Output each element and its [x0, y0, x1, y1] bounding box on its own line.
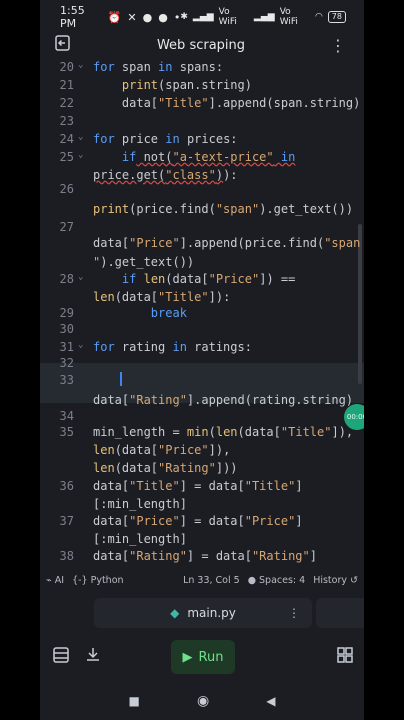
files-icon[interactable] — [52, 646, 70, 668]
python-file-icon: ◆ — [170, 606, 180, 620]
line-number: 27 — [59, 220, 74, 234]
code-text: for span in spans: — [93, 60, 224, 74]
bluetooth-icon: ✱ — [180, 12, 188, 22]
code-text: print(span.string) — [121, 78, 252, 92]
code-text: print(price.find("span").get_text()) — [93, 202, 354, 216]
recents-icon[interactable]: ■ — [129, 694, 140, 708]
line-number: 21 — [59, 78, 74, 92]
signal-icon-2: ▂▄▆ — [253, 12, 275, 22]
code-text: len(data["Price"]), — [93, 443, 231, 457]
line-number: 32 — [59, 356, 74, 370]
code-text: if len(data["Price"]) == — [121, 272, 296, 286]
tab-filename: main.py — [187, 606, 236, 620]
grid-icon[interactable] — [336, 646, 354, 668]
code-text: [:min_length] — [93, 497, 187, 511]
code-text: for price in prices: — [93, 132, 238, 146]
code-text: data["Title"] = data["Title"] — [93, 479, 303, 493]
line-number: 38 — [59, 549, 74, 563]
ai-icon: ⌁ — [46, 575, 55, 586]
wifi-icon: ◠ — [314, 12, 323, 22]
code-text: if not("a-text-price" in — [121, 150, 296, 164]
code-text: data["Rating"].append(rating.string) — [93, 393, 354, 407]
ai-button[interactable]: ⌁ AI — [46, 575, 64, 586]
line-number: 35 — [59, 425, 74, 439]
line-number: 23 — [59, 114, 74, 128]
project-title: Web scraping — [156, 37, 246, 53]
code-icon: {-} — [72, 575, 91, 586]
network-label-1: Vo WiFi — [218, 7, 237, 27]
code-text: data["Rating"] = data["Rating"] — [93, 549, 317, 563]
status-bar: 1:55 PM ⏰ ✕ ● ● • ✱ ▂▄▆ Vo WiFi ▂▄▆ Vo W… — [40, 0, 364, 34]
fold-chevron-icon[interactable]: ⌄ — [78, 272, 83, 282]
bottom-toolbar: ▶ Run — [40, 638, 364, 676]
signal-icon: ▂▄▆ — [192, 12, 214, 22]
notification-icon-2: ● — [158, 10, 168, 24]
editor-status-bar: ⌁ AI {-} Python Ln 33, Col 5 ● Spaces: 4… — [40, 572, 364, 589]
code-text: break — [150, 306, 187, 320]
code-text: data["Title"].append(span.string) — [93, 96, 361, 110]
play-icon: ▶ — [182, 649, 193, 665]
code-editor[interactable]: 20 ⌄ for span in spans: 21 print(span.strin… — [40, 56, 364, 568]
recording-timer[interactable]: 00:00 — [344, 404, 364, 430]
language-selector[interactable]: {-} Python — [72, 575, 123, 586]
run-button[interactable]: ▶ Run — [171, 640, 235, 674]
notification-icon: ● — [142, 10, 153, 24]
line-number: 36 — [59, 479, 74, 493]
system-nav-bar: ■ ◉ ◀ — [40, 682, 364, 720]
line-number: 34 — [59, 409, 74, 423]
code-text: price.get("class")): — [93, 168, 238, 182]
exit-icon[interactable] — [54, 34, 72, 56]
history-button[interactable]: History ↺ — [313, 575, 358, 586]
cursor-position: Ln 33, Col 5 — [183, 575, 240, 586]
home-icon[interactable]: ◉ — [197, 693, 209, 709]
battery-indicator: 78 — [327, 11, 346, 23]
line-number: 37 — [59, 514, 74, 528]
back-icon[interactable]: ◀ — [266, 694, 275, 708]
code-text: len(data["Rating"])) — [93, 461, 238, 475]
line-number: 20 — [59, 60, 74, 74]
line-number: 29 — [59, 306, 74, 320]
line-number: 26 — [59, 182, 74, 196]
line-number: 30 — [59, 322, 74, 336]
network-label-2: Vo WiFi — [279, 7, 298, 27]
file-tabs: ◆ main.py ⋮ — [40, 598, 364, 630]
history-icon: ↺ — [350, 575, 358, 586]
more-vert-icon[interactable]: ⋮ — [330, 36, 346, 55]
phone-screen: 1:55 PM ⏰ ✕ ● ● • ✱ ▂▄▆ Vo WiFi ▂▄▆ Vo W… — [40, 0, 364, 720]
line-number: 28 — [59, 272, 74, 286]
code-text: data["Price"] = data["Price"] — [93, 514, 303, 528]
new-file-icon[interactable] — [84, 646, 102, 668]
indent-setting[interactable]: ● Spaces: 4 — [248, 575, 305, 586]
app-bar: Web scraping ⋮ — [40, 34, 364, 56]
tab-more-icon[interactable]: ⋮ — [288, 606, 300, 620]
code-text: [:min_length] — [93, 532, 187, 546]
code-text: for rating in ratings: — [93, 340, 252, 354]
text-cursor — [120, 372, 122, 386]
tab-next[interactable] — [316, 598, 364, 628]
line-number: 25 — [59, 150, 74, 164]
line-number: 24 — [59, 132, 74, 146]
line-number: 33 — [59, 373, 74, 387]
fold-chevron-icon[interactable]: ⌄ — [78, 340, 83, 350]
mute-icon: ✕ — [127, 10, 137, 24]
fold-chevron-icon[interactable]: ⌄ — [78, 132, 83, 142]
tab-main-py[interactable]: ◆ main.py ⋮ — [94, 598, 312, 628]
fold-chevron-icon[interactable]: ⌄ — [78, 150, 83, 160]
code-text: len(data["Title"]): — [93, 290, 231, 304]
code-text: [:min_length] — [93, 567, 187, 568]
code-text: data["Price"].append(price.find("span — [93, 236, 361, 250]
alarm-off-icon: ⏰ — [107, 10, 122, 24]
line-number: 22 — [59, 96, 74, 110]
fold-chevron-icon[interactable]: ⌄ — [78, 60, 83, 70]
code-text: ").get_text()) — [93, 255, 195, 269]
status-time: 1:55 PM — [60, 4, 85, 30]
line-number: 31 — [59, 340, 74, 354]
code-text: min_length = min(len(data["Title"]), — [93, 425, 354, 439]
